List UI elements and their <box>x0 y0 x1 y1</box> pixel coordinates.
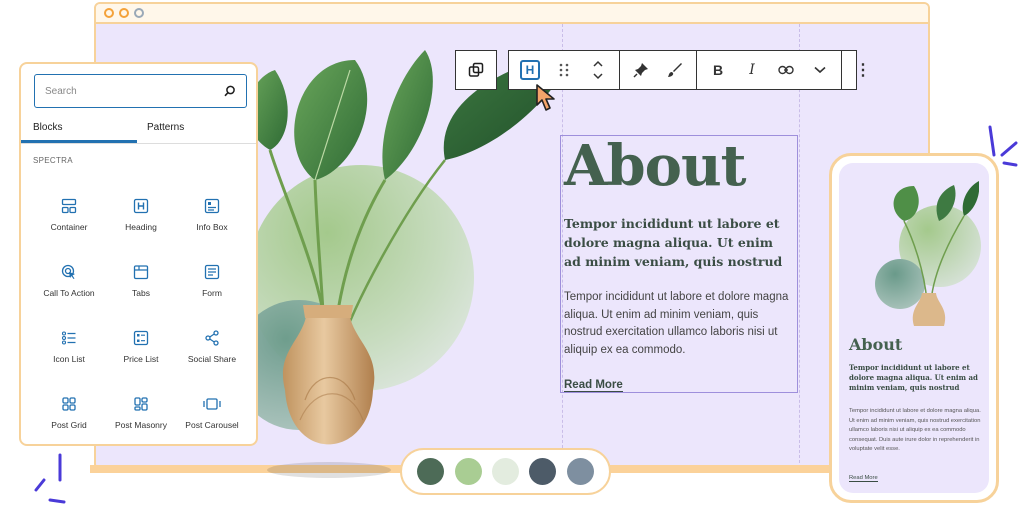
selected-text-block[interactable]: About Tempor incididunt ut labore et dol… <box>560 135 798 393</box>
decor-sparkle <box>34 453 66 504</box>
block-label: Form <box>202 288 222 298</box>
price-list-icon <box>133 330 149 346</box>
post-masonry-icon <box>134 397 148 411</box>
heading-block-button[interactable]: H <box>513 54 547 86</box>
mobile-screen: About Tempor incididunt ut labore et dol… <box>839 163 989 493</box>
brush-button[interactable] <box>658 54 692 86</box>
color-swatch[interactable] <box>566 458 594 485</box>
block-tabs[interactable]: Tabs <box>103 262 179 298</box>
toolbar-group-block: H <box>509 51 620 89</box>
tabs-icon <box>133 265 149 280</box>
block-container[interactable]: Container <box>31 196 107 232</box>
link-button[interactable] <box>769 54 803 86</box>
browser-title-bar <box>96 4 928 24</box>
social-share-icon <box>205 330 219 346</box>
mouse-cursor-icon <box>536 84 555 111</box>
container-icon <box>61 198 77 214</box>
mobile-read-more-link[interactable]: Read More <box>849 475 878 482</box>
italic-icon: I <box>749 62 755 78</box>
italic-button[interactable]: I <box>735 54 769 86</box>
post-carousel-icon <box>203 398 221 410</box>
block-label: Heading <box>125 222 157 232</box>
bold-button[interactable]: B <box>701 54 735 86</box>
tab-blocks[interactable]: Blocks <box>33 122 62 133</box>
toolbar-group-format: B I <box>697 51 842 89</box>
block-info-box[interactable]: Info Box <box>174 196 250 232</box>
block-social-share[interactable]: Social Share <box>174 328 250 364</box>
block-inserter-panel: Search Blocks Patterns SPECTRA Container… <box>19 62 258 446</box>
color-palette <box>400 448 611 495</box>
block-call-to-action[interactable]: Call To Action <box>31 262 107 298</box>
move-up-down-icon <box>593 60 603 80</box>
icon-list-icon <box>61 331 76 345</box>
close-dot[interactable] <box>104 8 114 18</box>
more-options-icon: ⋮ <box>855 62 871 79</box>
mobile-preview: About Tempor incididunt ut labore et dol… <box>829 153 999 503</box>
drag-handle-icon <box>559 63 569 77</box>
move-up-down-button[interactable] <box>581 54 615 86</box>
block-label: Post Masonry <box>115 420 167 430</box>
drag-handle[interactable] <box>547 54 581 86</box>
mobile-about-paragraph: Tempor incididunt ut labore et dolore ma… <box>849 408 981 452</box>
search-input[interactable]: Search <box>34 74 247 108</box>
block-icon-list[interactable]: Icon List <box>31 328 107 364</box>
block-label: Post Grid <box>51 420 87 430</box>
brush-icon <box>668 63 682 77</box>
mobile-about-heading: About <box>849 335 903 354</box>
form-icon <box>204 264 220 280</box>
search-icon <box>224 85 235 97</box>
color-swatch[interactable] <box>454 458 482 485</box>
block-heading[interactable]: Heading <box>103 196 179 232</box>
block-post-grid[interactable]: Post Grid <box>31 394 107 430</box>
block-post-masonry[interactable]: Post Masonry <box>103 394 179 430</box>
maximize-dot[interactable] <box>134 8 144 18</box>
heading-icon <box>133 198 149 214</box>
block-label: Call To Action <box>43 288 95 298</box>
mobile-about-subheading: Tempor incididunt ut labore et dolore ma… <box>849 363 978 392</box>
block-price-list[interactable]: Price List <box>103 328 179 364</box>
mobile-plant-image <box>893 181 979 326</box>
guide-line <box>799 24 800 468</box>
color-swatch[interactable] <box>491 458 519 485</box>
pin-button[interactable] <box>624 54 658 86</box>
block-post-carousel[interactable]: Post Carousel <box>174 394 250 430</box>
decor-sparkle <box>988 125 1018 167</box>
block-label: Container <box>50 222 88 232</box>
stage: H B I ⋮ About Tempor incididunt ut labor… <box>0 0 1024 517</box>
about-subheading[interactable]: Tempor incididunt ut labore et dolore ma… <box>564 214 794 271</box>
block-form[interactable]: Form <box>174 262 250 298</box>
call-to-action-icon <box>61 264 75 279</box>
bold-icon: B <box>712 62 724 78</box>
chevron-down-icon <box>814 66 826 74</box>
post-grid-icon <box>62 397 76 411</box>
block-label: Post Carousel <box>185 420 239 430</box>
block-label: Social Share <box>187 354 237 364</box>
about-paragraph[interactable]: Tempor incididunt ut labore et dolore ma… <box>564 289 794 359</box>
toolbar-group-options: ⋮ <box>842 51 884 89</box>
minimize-dot[interactable] <box>119 8 129 18</box>
section-label-spectra: SPECTRA <box>33 156 73 165</box>
link-icon <box>778 65 794 75</box>
block-label: Info Box <box>196 222 228 232</box>
more-formats-button[interactable] <box>803 54 837 86</box>
toolbar-group-style <box>620 51 697 89</box>
info-box-icon <box>204 198 220 214</box>
tab-patterns[interactable]: Patterns <box>147 122 184 133</box>
read-more-link[interactable]: Read More <box>564 379 623 392</box>
search-placeholder: Search <box>45 85 77 97</box>
block-transform-icon <box>468 62 484 77</box>
about-heading[interactable]: About <box>564 136 794 196</box>
active-tab-indicator <box>21 140 137 143</box>
options-button[interactable]: ⋮ <box>846 54 880 86</box>
color-swatch[interactable] <box>529 458 557 485</box>
block-label: Price List <box>123 354 159 364</box>
heading-block-icon: H <box>520 60 540 80</box>
inserter-tabs: Blocks Patterns <box>21 118 256 144</box>
block-label: Tabs <box>132 288 150 298</box>
plant-image <box>247 50 575 478</box>
pin-icon <box>633 63 648 78</box>
block-transform-button[interactable] <box>455 50 497 90</box>
block-label: Icon List <box>53 354 85 364</box>
color-swatch[interactable] <box>417 458 445 485</box>
